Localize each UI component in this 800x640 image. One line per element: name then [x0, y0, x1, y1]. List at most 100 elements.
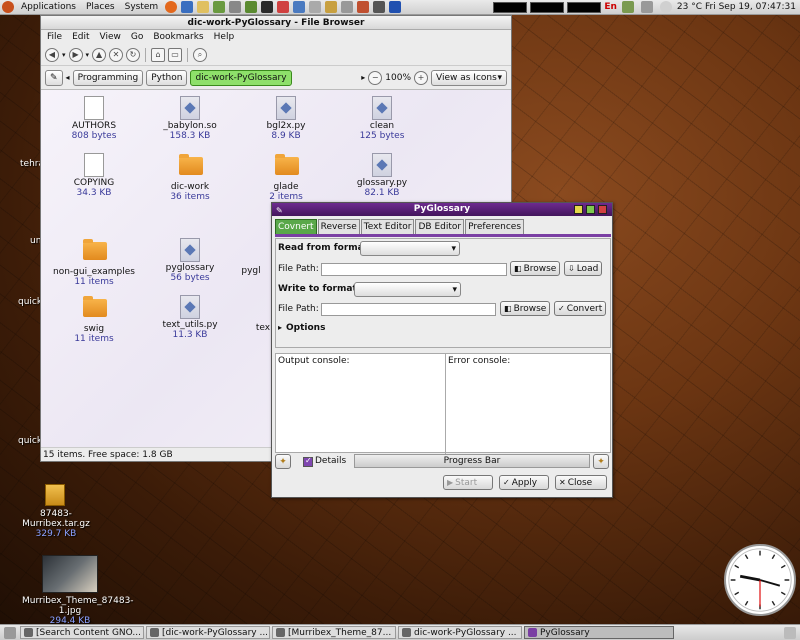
home-icon[interactable]: ⌂	[151, 47, 166, 62]
expander-arrow-icon[interactable]: ▸	[278, 323, 282, 332]
menu-help[interactable]: Help	[214, 32, 235, 42]
temperature[interactable]: 23 °C	[677, 2, 702, 12]
write-format-select[interactable]	[354, 282, 461, 297]
desktop-icon-archive[interactable]: 87483-Murribex.tar.gz 329.7 KB	[12, 509, 100, 539]
image-thumbnail-icon[interactable]	[42, 555, 98, 593]
taskbar-item-active[interactable]: PyGlossary	[524, 626, 674, 639]
file-item[interactable]: dic-work 36 items	[145, 153, 235, 202]
panel-clock[interactable]: Fri Sep 19, 07:47:31	[705, 2, 796, 12]
tab-preferences[interactable]: Preferences	[465, 219, 525, 234]
convert-button[interactable]: ✓ Convert	[554, 301, 607, 316]
menu-system[interactable]: System	[120, 2, 164, 12]
error-console[interactable]: Error console:	[445, 354, 612, 454]
dropdown-arrow-icon[interactable]: ▾	[62, 51, 66, 59]
zoom-in-icon[interactable]: +	[414, 70, 428, 85]
options-expander[interactable]: Options	[286, 323, 325, 333]
notes-icon[interactable]	[197, 1, 210, 13]
menu-go[interactable]: Go	[131, 32, 143, 42]
weather-icon[interactable]	[659, 1, 672, 13]
view-mode-select[interactable]: View as Icons ▾	[431, 69, 507, 86]
tab-reverse[interactable]: Reverse	[317, 219, 360, 234]
pyglossary-window[interactable]: ✎ PyGlossary Covnert Reverse Text Editor…	[271, 202, 613, 498]
path-button-current[interactable]: dic-work-PyGlossary	[190, 69, 292, 86]
file-item[interactable]: clean 125 bytes	[337, 96, 427, 141]
taskbar-item[interactable]: [Murribex_Theme_87...	[272, 626, 396, 639]
launcher-icon[interactable]	[293, 1, 306, 13]
file-item[interactable]: bgl2x.py 8.9 KB	[241, 96, 331, 141]
menu-file[interactable]: File	[47, 32, 62, 42]
write-browse-button[interactable]: ◧ Browse	[500, 301, 551, 316]
menu-bookmarks[interactable]: Bookmarks	[153, 32, 203, 42]
file-item[interactable]: _babylon.so 158.3 KB	[145, 96, 235, 141]
tab-text-editor[interactable]: Text Editor	[360, 219, 415, 234]
file-item[interactable]: non-gui_examples 11 items	[49, 238, 139, 287]
launcher-icon[interactable]	[325, 1, 338, 13]
clear-error-icon[interactable]: ✦	[593, 454, 609, 469]
menu-edit[interactable]: Edit	[72, 32, 89, 42]
file-item[interactable]: glade 2 items	[241, 153, 331, 202]
apply-button[interactable]: ✓ Apply	[499, 475, 549, 490]
computer-icon[interactable]: ▭	[168, 47, 183, 62]
path-left-arrow-icon[interactable]: ◂	[66, 73, 70, 82]
stop-icon[interactable]: ✕	[109, 47, 124, 62]
forward-icon[interactable]: ▶	[68, 47, 83, 62]
menu-view[interactable]: View	[100, 32, 121, 42]
archive-icon[interactable]	[45, 484, 65, 506]
mail-icon[interactable]	[181, 1, 194, 13]
zoom-level[interactable]: 100%	[385, 73, 411, 83]
taskbar-item[interactable]: dic-work-PyGlossary ...	[398, 626, 522, 639]
clear-output-icon[interactable]: ✦	[275, 454, 291, 469]
tab-convert[interactable]: Covnert	[275, 219, 317, 234]
close-icon[interactable]	[598, 205, 607, 214]
read-browse-button[interactable]: ◧ Browse	[510, 261, 561, 276]
back-icon[interactable]: ◀	[45, 47, 59, 62]
file-item[interactable]: glossary.py 82.1 KB	[337, 153, 427, 198]
launcher-icon[interactable]	[373, 1, 386, 13]
details-checkbox[interactable]	[303, 456, 313, 467]
close-button[interactable]: ✕ Close	[555, 475, 607, 490]
desktop-icon-label[interactable]: quick	[18, 297, 42, 307]
window-title[interactable]: ✎ PyGlossary	[272, 203, 612, 216]
terminal-icon[interactable]	[261, 1, 274, 13]
file-item[interactable]: swig 11 items	[49, 295, 139, 344]
menu-applications[interactable]: Applications	[16, 2, 81, 12]
launcher-icon[interactable]	[309, 1, 322, 13]
search-icon[interactable]: ⌕	[193, 47, 208, 62]
firefox-icon[interactable]	[165, 1, 178, 13]
launcher-icon[interactable]	[213, 1, 226, 13]
dropdown-arrow-icon[interactable]: ▾	[86, 51, 90, 59]
start-button[interactable]: ▶ Start	[443, 475, 493, 490]
desktop-icon-image[interactable]: Murribex_Theme_87483-1.jpg 294.4 KB	[22, 596, 134, 626]
zoom-out-icon[interactable]: −	[368, 70, 383, 85]
taskbar-item[interactable]: [Search Content GNO...	[20, 626, 144, 639]
file-item[interactable]: COPYING 34.3 KB	[49, 153, 139, 198]
launcher-icon[interactable]	[229, 1, 242, 13]
up-icon[interactable]: ▲	[92, 47, 107, 62]
window-title[interactable]: dic-work-PyGlossary - File Browser	[41, 16, 511, 30]
minimize-icon[interactable]	[574, 205, 583, 214]
read-format-select[interactable]	[360, 241, 460, 256]
volume-icon[interactable]	[640, 1, 653, 13]
trash-icon[interactable]	[784, 626, 796, 639]
path-button-programming[interactable]: Programming	[72, 69, 144, 86]
maximize-icon[interactable]	[586, 205, 595, 214]
file-item[interactable]: pygl	[231, 266, 271, 276]
show-desktop-icon[interactable]	[4, 626, 16, 639]
file-item[interactable]: pyglossary 56 bytes	[145, 238, 235, 283]
reload-icon[interactable]: ↻	[126, 47, 141, 62]
taskbar-item[interactable]: [dic-work-PyGlossary ...	[146, 626, 270, 639]
network-icon[interactable]	[621, 1, 634, 13]
menu-places[interactable]: Places	[81, 2, 120, 12]
keyboard-layout-indicator[interactable]: En	[604, 2, 617, 12]
launcher-icon[interactable]	[357, 1, 370, 13]
path-right-arrow-icon[interactable]: ▸	[361, 73, 365, 82]
launcher-icon[interactable]	[277, 1, 290, 13]
write-path-input[interactable]	[321, 303, 496, 316]
desktop-icon-label[interactable]: quick	[18, 436, 42, 446]
tab-db-editor[interactable]: DB Editor	[415, 219, 465, 234]
file-item[interactable]: text_utils.py 11.3 KB	[145, 295, 235, 340]
path-button-python[interactable]: Python	[146, 69, 188, 86]
launcher-icon[interactable]	[389, 1, 402, 13]
file-item[interactable]: AUTHORS 808 bytes	[49, 96, 139, 141]
load-button[interactable]: ⇩ Load	[564, 261, 603, 276]
